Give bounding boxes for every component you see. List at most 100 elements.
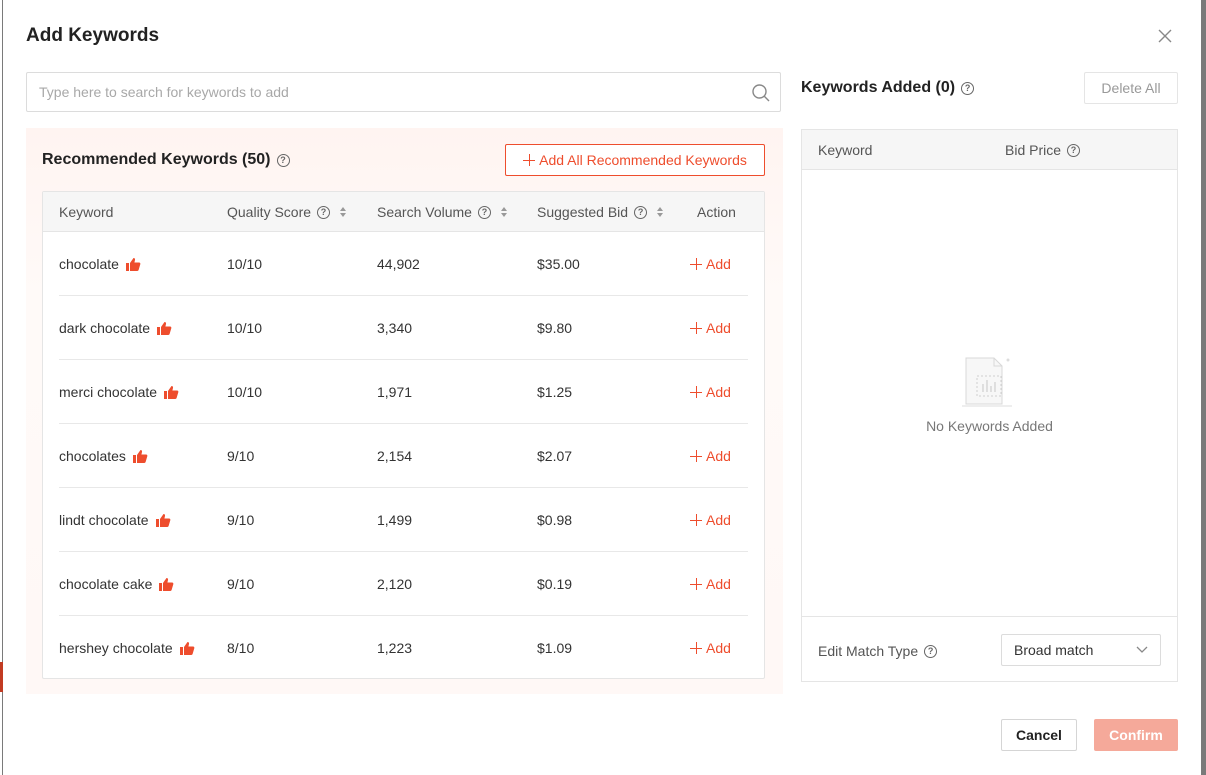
- column-search-volume-label: Search Volume: [377, 204, 472, 220]
- add-keyword-button[interactable]: Add: [690, 448, 731, 464]
- close-icon[interactable]: [1156, 27, 1174, 45]
- sort-icon[interactable]: [500, 207, 507, 217]
- chevron-down-icon: [1136, 646, 1148, 653]
- add-keywords-modal: Add Keywords Recommended Keywords (50) ?…: [3, 0, 1201, 775]
- quality-score-cell: 9/10: [227, 512, 255, 528]
- recommended-keywords-panel: Recommended Keywords (50) ? Add All Reco…: [26, 128, 783, 694]
- column-action: Action: [697, 204, 736, 220]
- add-label: Add: [706, 256, 731, 272]
- keyword-cell: hershey chocolate: [59, 640, 195, 656]
- keyword-text: chocolate cake: [59, 576, 153, 592]
- keyword-cell: chocolate: [59, 256, 141, 272]
- search-volume-cell: 2,120: [377, 576, 413, 592]
- table-row: hershey chocolate 8/10 1,223 $1.09 Add: [59, 616, 748, 680]
- help-icon[interactable]: ?: [924, 644, 938, 658]
- delete-all-button[interactable]: Delete All: [1084, 72, 1178, 104]
- keyword-text: lindt chocolate: [59, 512, 149, 528]
- table-row: dark chocolate 10/10 3,340 $9.80 Add: [59, 296, 748, 360]
- column-action-label: Action: [697, 204, 736, 220]
- quality-score-cell: 9/10: [227, 576, 255, 592]
- column-suggested-bid[interactable]: Suggested Bid ?: [537, 204, 664, 220]
- match-type-select[interactable]: Broad match: [1001, 634, 1161, 666]
- add-keyword-button[interactable]: Add: [690, 512, 731, 528]
- keyword-cell: merci chocolate: [59, 384, 179, 400]
- keyword-cell: chocolates: [59, 448, 148, 464]
- help-icon[interactable]: ?: [317, 205, 331, 219]
- add-keyword-button[interactable]: Add: [690, 320, 731, 336]
- add-keyword-button[interactable]: Add: [690, 576, 731, 592]
- plus-icon: [690, 578, 702, 590]
- column-added-keyword: Keyword: [818, 142, 872, 158]
- match-type-label: Edit Match Type: [818, 643, 919, 659]
- suggested-bid-cell: $9.80: [537, 320, 573, 336]
- confirm-button[interactable]: Confirm: [1094, 719, 1178, 751]
- suggested-bid-cell: $0.19: [537, 576, 573, 592]
- plus-icon: [690, 322, 702, 334]
- add-keyword-button[interactable]: Add: [690, 256, 731, 272]
- table-row: merci chocolate 10/10 1,971 $1.25 Add: [59, 360, 748, 424]
- column-search-volume[interactable]: Search Volume ?: [377, 204, 507, 220]
- add-keyword-button[interactable]: Add: [690, 384, 731, 400]
- plus-icon: [690, 386, 702, 398]
- column-added-keyword-label: Keyword: [818, 142, 873, 158]
- column-suggested-bid-label: Suggested Bid: [537, 204, 629, 220]
- column-bid-price-label: Bid Price: [1005, 142, 1062, 158]
- suggested-bid-cell: $2.07: [537, 448, 573, 464]
- keywords-added-title: Keywords Added (0) ?: [801, 79, 975, 97]
- keywords-added-label: Keywords Added (0): [801, 79, 956, 96]
- cancel-button[interactable]: Cancel: [1001, 719, 1077, 751]
- keyword-text: merci chocolate: [59, 384, 158, 400]
- recommended-keywords-title: Recommended Keywords (50) ?: [42, 151, 290, 169]
- column-quality-score[interactable]: Quality Score ?: [227, 204, 347, 220]
- thumbs-up-icon: [163, 385, 179, 400]
- keyword-cell: chocolate cake: [59, 576, 174, 592]
- match-type-row: Edit Match Type ? Broad match: [802, 616, 1177, 682]
- thumbs-up-icon: [125, 257, 141, 272]
- search-input[interactable]: [39, 73, 739, 111]
- help-icon[interactable]: ?: [961, 81, 975, 95]
- thumbs-up-icon: [179, 641, 195, 656]
- sort-icon[interactable]: [340, 207, 347, 217]
- add-label: Add: [706, 512, 731, 528]
- empty-document-icon: [962, 357, 1012, 407]
- add-label: Add: [706, 448, 731, 464]
- add-keyword-button[interactable]: Add: [690, 640, 731, 656]
- modal-title: Add Keywords: [26, 25, 160, 46]
- keyword-cell: lindt chocolate: [59, 512, 171, 528]
- sort-icon[interactable]: [657, 207, 664, 217]
- add-all-label: Add All Recommended Keywords: [539, 152, 747, 168]
- column-keyword: Keyword: [59, 204, 113, 220]
- quality-score-cell: 10/10: [227, 256, 263, 272]
- search-icon[interactable]: [751, 83, 771, 103]
- recommended-keywords-label: Recommended Keywords (50): [42, 151, 271, 168]
- search-volume-cell: 3,340: [377, 320, 413, 336]
- quality-score-cell: 10/10: [227, 320, 263, 336]
- keyword-text: chocolates: [59, 448, 126, 464]
- added-table-header: Keyword Bid Price ?: [802, 130, 1177, 170]
- add-label: Add: [706, 384, 731, 400]
- search-volume-cell: 1,499: [377, 512, 413, 528]
- help-icon[interactable]: ?: [634, 205, 648, 219]
- empty-state-text: No Keywords Added: [926, 418, 1053, 434]
- column-keyword-label: Keyword: [59, 204, 114, 220]
- quality-score-cell: 10/10: [227, 384, 263, 400]
- add-all-recommended-button[interactable]: Add All Recommended Keywords: [505, 144, 765, 176]
- keyword-text: chocolate: [59, 256, 119, 272]
- help-icon[interactable]: ?: [477, 205, 491, 219]
- thumbs-up-icon: [132, 449, 148, 464]
- table-row: chocolates 9/10 2,154 $2.07 Add: [59, 424, 748, 488]
- add-label: Add: [706, 640, 731, 656]
- plus-icon: [690, 642, 702, 654]
- quality-score-cell: 8/10: [227, 640, 255, 656]
- help-icon[interactable]: ?: [1067, 143, 1081, 157]
- quality-score-cell: 9/10: [227, 448, 255, 464]
- keyword-text: dark chocolate: [59, 320, 151, 336]
- suggested-bid-cell: $0.98: [537, 512, 573, 528]
- plus-icon: [690, 258, 702, 270]
- match-type-label-group: Edit Match Type ?: [818, 643, 938, 659]
- suggested-bid-cell: $35.00: [537, 256, 580, 272]
- help-icon[interactable]: ?: [276, 153, 290, 167]
- thumbs-up-icon: [158, 577, 174, 592]
- plus-icon: [690, 450, 702, 462]
- table-header: Keyword Quality Score ? Search Volume ? …: [43, 192, 764, 232]
